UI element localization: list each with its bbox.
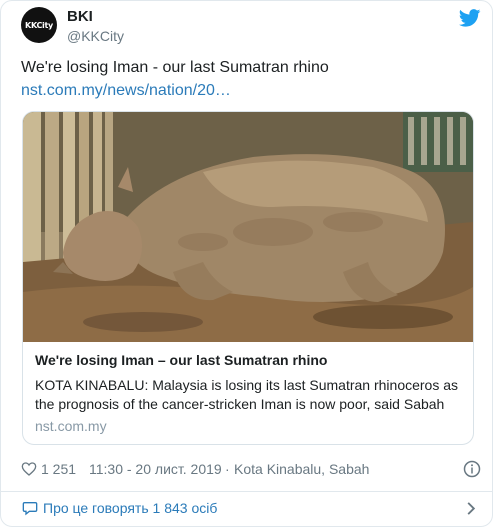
author-name[interactable]: BKI bbox=[67, 8, 93, 25]
location[interactable]: Kota Kinabalu, Sabah bbox=[234, 461, 369, 477]
author-handle[interactable]: @KKCity bbox=[67, 28, 124, 44]
chat-bubble-icon bbox=[22, 502, 38, 516]
tweet-header: KKCity BKI @KKCity bbox=[21, 7, 481, 47]
card-title[interactable]: We're losing Iman – our last Sumatran rh… bbox=[35, 352, 327, 368]
embedded-tweet: KKCity BKI @KKCity We're losing Iman - o… bbox=[0, 0, 493, 527]
timestamp[interactable]: 11:30 - 20 лист. 2019 bbox=[89, 461, 222, 477]
tweet-meta: 1 251 11:30 - 20 лист. 2019 · Kota Kinab… bbox=[21, 460, 481, 480]
link-card[interactable]: We're losing Iman – our last Sumatran rh… bbox=[22, 111, 474, 445]
tweet-link[interactable]: nst.com.my/news/nation/20… bbox=[21, 81, 231, 101]
avatar-text: KKCity bbox=[25, 20, 53, 30]
heart-icon[interactable] bbox=[21, 461, 37, 477]
separator-dot: · bbox=[225, 461, 230, 477]
tweet-text: We're losing Iman - our last Sumatran rh… bbox=[21, 59, 329, 76]
info-icon[interactable] bbox=[463, 460, 481, 478]
conversation-label[interactable]: Про це говорять 1 843 осіб bbox=[43, 500, 217, 516]
avatar[interactable]: KKCity bbox=[21, 7, 57, 43]
twitter-bird-icon[interactable] bbox=[459, 9, 481, 27]
card-domain: nst.com.my bbox=[35, 418, 107, 434]
conversation-link[interactable]: Про це говорять 1 843 осіб bbox=[1, 492, 492, 526]
rhino-photo[interactable] bbox=[23, 112, 473, 342]
like-count[interactable]: 1 251 bbox=[41, 461, 76, 477]
card-description: KOTA KINABALU: Malaysia is losing its la… bbox=[35, 377, 459, 412]
chevron-right-icon[interactable] bbox=[466, 501, 476, 516]
